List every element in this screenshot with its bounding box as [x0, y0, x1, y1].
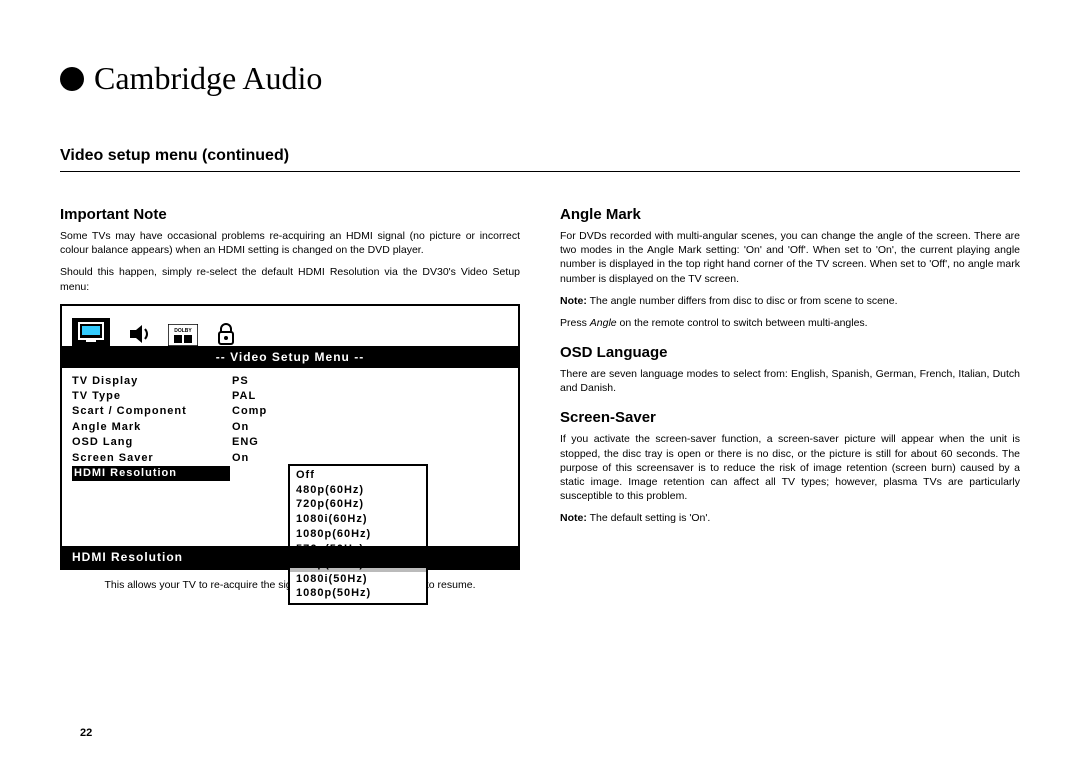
speaker-icon: [128, 322, 150, 346]
osd-row: Scart / ComponentComp: [72, 404, 508, 419]
osd-language-body: There are seven language modes to select…: [560, 367, 1020, 395]
left-column: Important Note Some TVs may have occasio…: [60, 192, 520, 600]
svg-text:DOLBY: DOLBY: [174, 328, 192, 334]
screen-saver-heading: Screen-Saver: [560, 409, 1020, 426]
section-title: Video setup menu (continued): [60, 147, 1020, 165]
osd-row: Angle MarkOn: [72, 420, 508, 435]
angle-mark-body: For DVDs recorded with multi-angular sce…: [560, 229, 1020, 286]
brand-header: Cambridge Audio: [60, 60, 1020, 97]
submenu-item: 1080i(50Hz): [296, 572, 420, 587]
submenu-item: 480p(60Hz): [296, 483, 420, 498]
lock-icon: [216, 322, 236, 346]
submenu-item: Off: [296, 468, 420, 483]
submenu-item: 1080p(50Hz): [296, 586, 420, 601]
brand-logo-icon: [60, 67, 84, 91]
osd-footer: HDMI Resolution: [62, 546, 518, 568]
screen-saver-note: Note: The default setting is 'On'.: [560, 511, 1020, 525]
angle-mark-heading: Angle Mark: [560, 206, 1020, 223]
brand-name: Cambridge Audio: [94, 60, 322, 97]
osd-body: TV DisplayPS TV TypePAL Scart / Componen…: [62, 368, 518, 568]
osd-tab-bar: DOLBY: [62, 306, 518, 346]
important-note-heading: Important Note: [60, 206, 520, 223]
screen-saver-body: If you activate the screen-saver functio…: [560, 432, 1020, 503]
angle-mark-note: Note: The angle number differs from disc…: [560, 294, 1020, 308]
angle-mark-press: Press Angle on the remote control to swi…: [560, 316, 1020, 330]
divider: [60, 171, 1020, 172]
page-number: 22: [80, 727, 92, 739]
submenu-item: 1080p(60Hz): [296, 527, 420, 542]
content-columns: Important Note Some TVs may have occasio…: [60, 192, 1020, 600]
dolby-icon: DOLBY: [168, 324, 198, 346]
osd-row: TV TypePAL: [72, 389, 508, 404]
important-note-p1: Some TVs may have occasional problems re…: [60, 229, 520, 257]
osd-row: OSD LangENG: [72, 435, 508, 450]
osd-submenu: Off 480p(60Hz) 720p(60Hz) 1080i(60Hz) 10…: [288, 464, 428, 606]
submenu-item: 1080i(60Hz): [296, 512, 420, 527]
osd-title: -- Video Setup Menu --: [62, 346, 518, 368]
osd-row: TV DisplayPS: [72, 374, 508, 389]
right-column: Angle Mark For DVDs recorded with multi-…: [560, 192, 1020, 600]
submenu-item: 720p(60Hz): [296, 497, 420, 512]
osd-screenshot: DOLBY -- Video Setup Menu -- TV DisplayP…: [60, 304, 520, 570]
tv-icon: [72, 318, 110, 346]
important-note-p2: Should this happen, simply re-select the…: [60, 265, 520, 293]
osd-language-heading: OSD Language: [560, 344, 1020, 361]
